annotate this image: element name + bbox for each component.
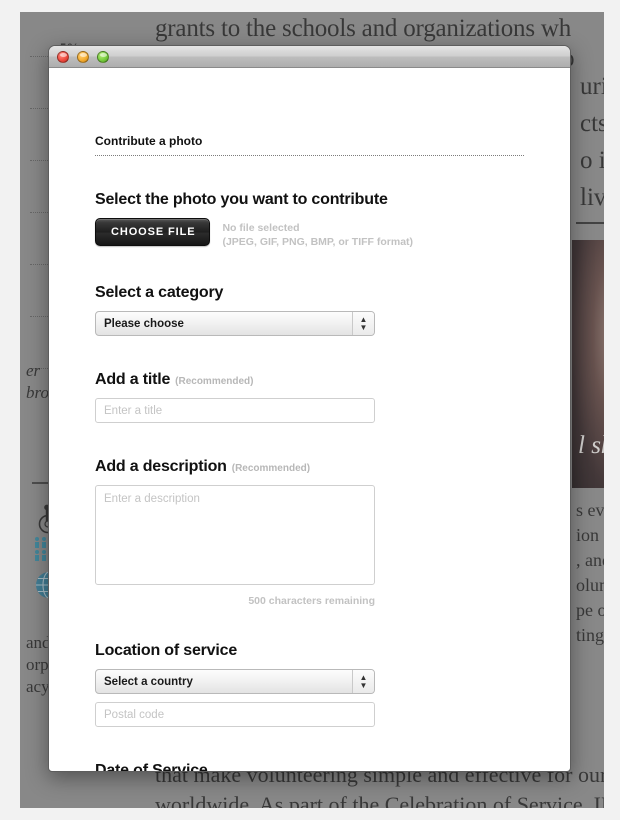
section-title-photo-text: Select the photo you want to contribute <box>95 191 388 208</box>
window-titlebar[interactable] <box>49 46 570 68</box>
minimize-window-icon[interactable] <box>77 50 89 63</box>
title-input[interactable] <box>95 398 375 423</box>
form-header: Contribute a photo <box>95 134 524 156</box>
chevron-updown-icon: ▲ ▼ <box>352 312 374 335</box>
contribute-photo-window: Contribute a photo Select the photo you … <box>48 45 571 772</box>
choose-file-row: CHOOSE FILE No file selected (JPEG, GIF,… <box>95 218 524 249</box>
category-select[interactable]: Please choose ▲ ▼ <box>95 311 375 336</box>
character-counter: 500 characters remaining <box>248 595 375 607</box>
section-title-date-text: Date of Service <box>95 762 208 772</box>
form-body: Contribute a photo Select the photo you … <box>49 134 570 772</box>
section-title-category-text: Select a category <box>95 284 224 301</box>
zoom-window-icon[interactable] <box>97 50 109 63</box>
postal-code-input[interactable] <box>95 702 375 727</box>
file-status: No file selected (JPEG, GIF, PNG, BMP, o… <box>222 218 413 249</box>
choose-file-button[interactable]: CHOOSE FILE <box>95 218 211 246</box>
file-status-line-1: No file selected <box>222 222 300 234</box>
section-title-description-hint: (Recommended) <box>231 463 311 474</box>
section-title-location-text: Location of service <box>95 642 238 659</box>
category-select-value: Please choose <box>104 317 184 330</box>
country-select-value: Select a country <box>104 675 193 688</box>
section-title-title-text: Add a title <box>95 371 171 388</box>
section-title-location: Location of service <box>95 642 524 660</box>
section-title-title-hint: (Recommended) <box>175 376 254 387</box>
close-window-icon[interactable] <box>57 50 69 63</box>
section-title-description-text: Add a description <box>95 458 227 475</box>
section-title-title: Add a title (Recommended) <box>95 371 524 389</box>
section-title-description: Add a description (Recommended) <box>95 458 524 476</box>
section-title-photo: Select the photo you want to contribute <box>95 191 524 209</box>
file-status-line-2: (JPEG, GIF, PNG, BMP, or TIFF format) <box>222 236 414 248</box>
description-textarea[interactable] <box>95 485 375 585</box>
page-title: Contribute a photo <box>95 134 203 148</box>
section-title-category: Select a category <box>95 284 524 302</box>
section-title-date: Date of Service <box>95 762 524 772</box>
country-select[interactable]: Select a country ▲ ▼ <box>95 669 375 694</box>
chevron-updown-icon: ▲ ▼ <box>352 670 374 693</box>
